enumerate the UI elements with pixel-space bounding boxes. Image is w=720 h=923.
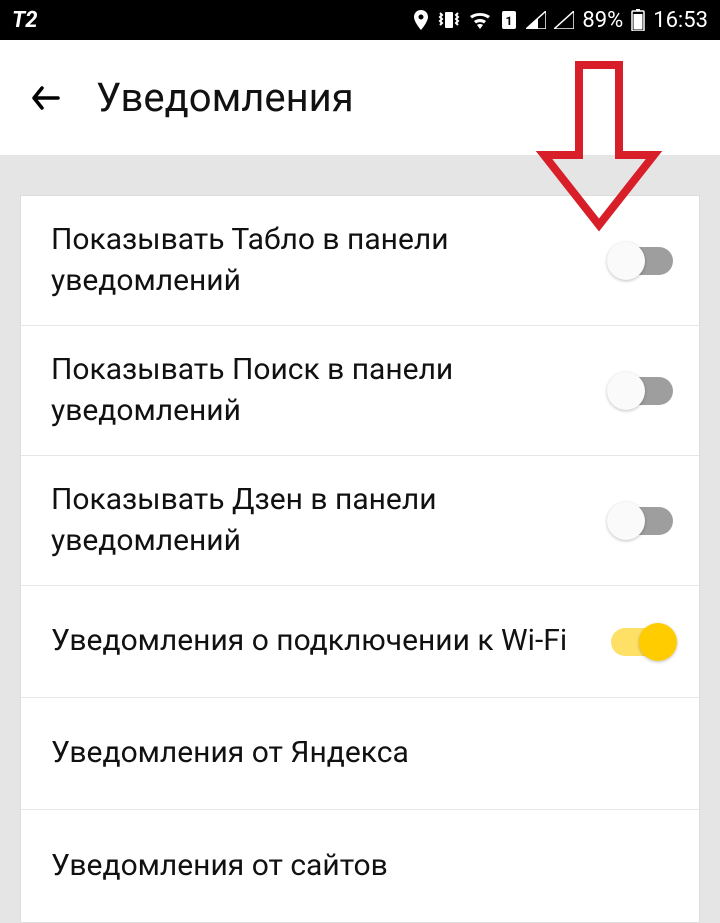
setting-label: Уведомления от Яндекса [51,733,673,774]
signal-icon-2 [554,11,574,29]
toggle-search[interactable] [611,377,673,405]
setting-row-tablo[interactable]: Показывать Табло в панели уведомлений [21,196,699,326]
status-carrier: T2 [12,8,37,33]
signal-icon-1 [526,11,546,29]
content-area: Показывать Табло в панели уведомлений По… [0,155,720,923]
arrow-left-icon [28,80,64,116]
toggle-wifi[interactable] [611,628,673,656]
setting-label: Показывать Табло в панели уведомлений [51,220,611,301]
toggle-tablo[interactable] [611,247,673,275]
setting-label: Показывать Дзен в панели уведомлений [51,480,611,561]
setting-row-search[interactable]: Показывать Поиск в панели уведомлений [21,326,699,456]
setting-row-yandex[interactable]: Уведомления от Яндекса [21,698,699,810]
page-title: Уведомления [96,74,354,121]
setting-row-wifi[interactable]: Уведомления о подключении к Wi-Fi [21,586,699,698]
location-icon [412,10,430,30]
vibrate-icon [438,10,460,30]
sim-icon: 1 [500,9,518,31]
setting-row-zen[interactable]: Показывать Дзен в панели уведомлений [21,456,699,586]
settings-card: Показывать Табло в панели уведомлений По… [20,195,700,923]
back-button[interactable] [28,80,64,116]
svg-text:1: 1 [506,14,513,28]
battery-percent: 89% [582,8,623,33]
toggle-zen[interactable] [611,507,673,535]
status-time: 16:53 [653,8,708,33]
setting-label: Уведомления о подключении к Wi-Fi [51,621,611,662]
battery-icon [631,9,645,31]
setting-row-sites[interactable]: Уведомления от сайтов [21,810,699,922]
setting-label: Уведомления от сайтов [51,846,673,887]
setting-label: Показывать Поиск в панели уведомлений [51,350,611,431]
wifi-icon [468,11,492,29]
status-bar: T2 1 89% 16:53 [0,0,720,40]
app-header: Уведомления [0,40,720,155]
